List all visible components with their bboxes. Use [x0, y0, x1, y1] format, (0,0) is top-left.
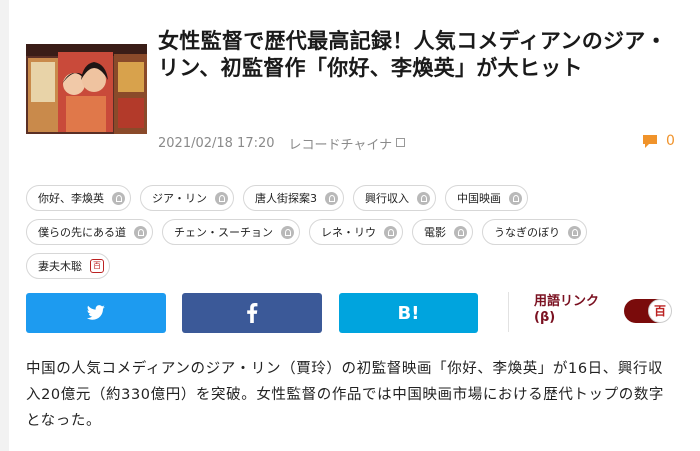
- person-icon: [454, 225, 467, 239]
- tag-row: 你好、李煥英 ジア・リン 唐人街探案3 興行収入 中国映画: [26, 185, 686, 211]
- person-icon: [112, 191, 125, 205]
- person-icon: [509, 191, 522, 205]
- glossary-link-label: 用語リンク (β): [534, 294, 599, 326]
- comment-count-link[interactable]: 0: [642, 133, 675, 149]
- comment-icon: [643, 134, 657, 148]
- glossary-label: 用語リンク: [534, 294, 600, 309]
- tag-item[interactable]: 興行収入: [353, 185, 436, 211]
- facebook-f-icon: [247, 303, 258, 323]
- tag-label: 妻夫木聡: [38, 260, 82, 273]
- toggle-knob-encyclopedia-icon: 百: [648, 299, 672, 323]
- external-link-icon: [396, 138, 406, 147]
- person-icon: [134, 225, 147, 239]
- tag-item[interactable]: チェン・スーチョン: [162, 219, 300, 245]
- tag-label: 興行収入: [365, 192, 409, 205]
- tag-label: 中国映画: [457, 192, 501, 205]
- tag-item[interactable]: 妻夫木聡百: [26, 253, 110, 279]
- article-thumbnail[interactable]: [26, 44, 147, 134]
- article-title[interactable]: 女性監督で歴代最高記録！人気コメディアンのジア・リン、初監督作「你好、李煥英」が…: [158, 28, 688, 82]
- article-card: 女性監督で歴代最高記録！人気コメディアンのジア・リン、初監督作「你好、李煥英」が…: [9, 0, 700, 451]
- twitter-share-button[interactable]: [26, 293, 166, 333]
- glossary-beta: (β): [534, 310, 556, 325]
- tag-label: 電影: [424, 226, 446, 239]
- glossary-link-toggle[interactable]: 百: [624, 299, 672, 323]
- tag-item[interactable]: レネ・リウ: [309, 219, 403, 245]
- tag-row: 妻夫木聡百: [26, 253, 686, 279]
- tag-label: うなぎのぼり: [494, 226, 560, 239]
- person-icon: [325, 191, 338, 205]
- tag-label: レネ・リウ: [321, 226, 376, 239]
- tag-label: 你好、李煥英: [38, 192, 104, 205]
- comment-count: 0: [666, 133, 675, 149]
- person-icon: [568, 225, 581, 239]
- twitter-bird-icon: [86, 305, 105, 320]
- hatena-bookmark-button[interactable]: B!: [339, 293, 478, 333]
- tag-item[interactable]: 中国映画: [445, 185, 528, 211]
- publish-date: 2021/02/18 17:20: [158, 136, 275, 151]
- article-meta: 2021/02/18 17:20 レコードチャイナ: [158, 134, 406, 153]
- tag-item[interactable]: ジア・リン: [140, 185, 234, 211]
- tag-row: 僕らの先にある道 チェン・スーチョン レネ・リウ 電影 うなぎのぼり: [26, 219, 686, 245]
- person-icon: [215, 191, 228, 205]
- tag-label: 僕らの先にある道: [38, 226, 126, 239]
- tag-item[interactable]: うなぎのぼり: [482, 219, 587, 245]
- tag-label: 唐人街探案3: [255, 192, 317, 205]
- facebook-share-button[interactable]: [182, 293, 322, 333]
- source-link[interactable]: レコードチャイナ: [289, 134, 393, 153]
- tag-label: ジア・リン: [152, 192, 207, 205]
- tag-item[interactable]: 唐人街探案3: [243, 185, 344, 211]
- encyclopedia-icon: 百: [90, 259, 104, 273]
- share-divider: [508, 292, 509, 332]
- hatena-bookmark-icon: B!: [397, 302, 420, 324]
- person-icon: [281, 225, 294, 239]
- article-body: 中国の人気コメディアンのジア・リン（賈玲）の初監督映画「你好、李煥英」が16日、…: [26, 361, 665, 429]
- tag-list: 你好、李煥英 ジア・リン 唐人街探案3 興行収入 中国映画 僕らの先にある道 チ…: [26, 185, 686, 287]
- tag-item[interactable]: 僕らの先にある道: [26, 219, 153, 245]
- tag-label: チェン・スーチョン: [174, 226, 273, 239]
- tag-item[interactable]: 你好、李煥英: [26, 185, 131, 211]
- person-icon: [384, 225, 397, 239]
- person-icon: [417, 191, 430, 205]
- tag-item[interactable]: 電影: [412, 219, 473, 245]
